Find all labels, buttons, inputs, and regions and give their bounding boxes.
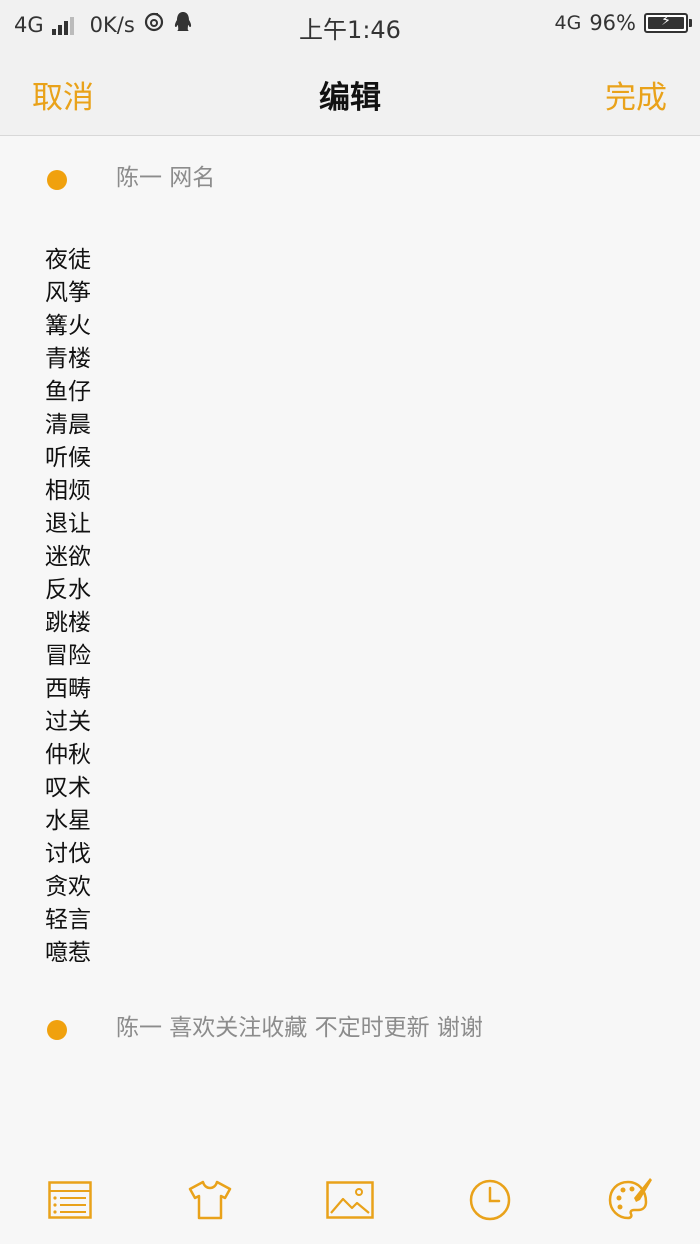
bottom-toolbar [0,1156,700,1244]
list-item: 过关 [45,709,91,735]
theme-button[interactable] [185,1175,235,1225]
note-editor[interactable]: 陈一 网名 夜徒 风筝 篝火 青楼 鱼仔 清晨 听候 相烦 退让 迷欲 反水 跳… [0,136,700,1156]
bullet-dot-icon [47,1020,67,1040]
note-caption-bottom: 陈一 喜欢关注收藏 不定时更新 谢谢 [116,1015,483,1041]
list-item: 轻言 [45,907,91,933]
clock-icon [469,1179,511,1221]
list-item: 贪欢 [45,874,91,900]
shirt-icon [188,1180,232,1220]
nav-bar: 取消 编辑 完成 [0,50,700,136]
list-item: 鱼仔 [45,379,91,405]
insert-image-button[interactable] [325,1175,375,1225]
list-item: 水星 [45,808,91,834]
bullet-dot-icon [47,170,67,190]
word-list: 夜徒 风筝 篝火 青楼 鱼仔 清晨 听候 相烦 退让 迷欲 反水 跳楼 冒险 西… [45,244,91,970]
battery-icon: ⚡ [644,13,692,33]
list-item: 夜徒 [45,247,91,273]
note-caption-top: 陈一 网名 [116,165,216,191]
list-item: 仲秋 [45,742,91,768]
list-item: 风筝 [45,280,91,306]
status-bar: 4G 0K/s 上午1:46 4G 96% ⚡ [0,0,700,50]
list-item: 叹术 [45,775,91,801]
list-item: 西畴 [45,676,91,702]
list-item: 相烦 [45,478,91,504]
list-item: 冒险 [45,643,91,669]
paint-button[interactable] [605,1175,655,1225]
image-icon [326,1181,374,1219]
battery-percent: 96% [589,11,636,35]
list-item: 篝火 [45,313,91,339]
list-item: 听候 [45,445,91,471]
list-item: 跳楼 [45,610,91,636]
list-item: 迷欲 [45,544,91,570]
reminder-button[interactable] [465,1175,515,1225]
list-item: 讨伐 [45,841,91,867]
checklist-button[interactable] [45,1175,95,1225]
list-item: 退让 [45,511,91,537]
list-item: 反水 [45,577,91,603]
palette-icon [608,1178,652,1220]
network-type-right: 4G [554,12,582,34]
list-item: 青楼 [45,346,91,372]
done-button[interactable]: 完成 [605,72,667,117]
list-item: 清晨 [45,412,91,438]
checklist-icon [48,1181,92,1219]
list-item: 噫惹 [45,940,91,966]
status-right: 4G 96% ⚡ [554,11,692,35]
page-title: 编辑 [319,80,381,116]
